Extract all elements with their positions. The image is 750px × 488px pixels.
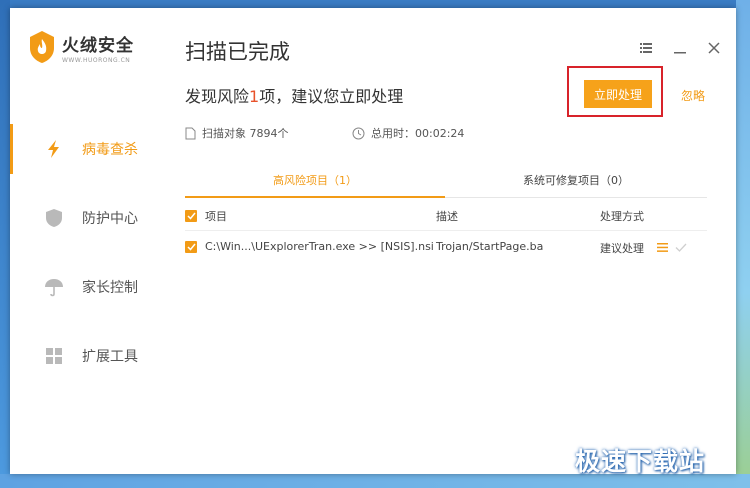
menu-button[interactable] — [636, 38, 656, 58]
site-watermark: 极速下载站 — [575, 447, 706, 476]
action-dropdown[interactable]: 建议处理 — [600, 240, 644, 256]
handle-now-button[interactable]: 立即处理 — [584, 80, 652, 108]
desktop-background-left — [0, 0, 10, 488]
app-logo: 火绒安全 WWW.HUORONG.CN — [28, 30, 134, 64]
total-time-text: 总用时：00:02:24 — [371, 127, 465, 140]
threat-path: C:\Win...\UExplorerTran.exe >> [NSIS].ns… — [205, 240, 434, 253]
column-header-description: 描述 — [436, 210, 458, 223]
shield-icon — [46, 209, 62, 227]
highlight-box: 立即处理 — [567, 66, 663, 117]
menu-lines-icon[interactable] — [657, 243, 668, 252]
lightning-icon — [48, 140, 59, 158]
table-row: C:\Win...\UExplorerTran.exe >> [NSIS].ns… — [185, 236, 707, 258]
checkmark-icon — [186, 243, 196, 251]
scan-objects-text: 扫描对象 7894个 — [202, 127, 289, 140]
menu-icon — [640, 43, 652, 53]
app-name: 火绒安全 — [62, 35, 134, 56]
page-title: 扫描已完成 — [185, 40, 290, 64]
sidebar-item-label: 扩展工具 — [82, 349, 138, 365]
ignore-link[interactable]: 忽略 — [681, 87, 705, 104]
window-controls — [636, 38, 724, 58]
close-icon — [708, 42, 720, 54]
app-window: 火绒安全 WWW.HUORONG.CN 病毒查杀 防护中心 家长控制 扩展工具 … — [10, 8, 736, 474]
grid-icon — [46, 348, 62, 364]
confirm-check-icon[interactable] — [675, 243, 687, 252]
sidebar-item-protection[interactable]: 防护中心 — [10, 193, 160, 243]
app-url: WWW.HUORONG.CN — [62, 56, 131, 64]
scan-objects-stat: 扫描对象 7894个 — [185, 125, 289, 141]
sidebar-item-label: 防护中心 — [82, 211, 138, 227]
scan-summary: 发现风险1项，建议您立即处理 — [185, 83, 403, 107]
table-divider — [185, 230, 707, 231]
summary-prefix: 发现风险 — [185, 87, 250, 106]
desktop-background-right — [736, 0, 750, 488]
umbrella-icon — [45, 279, 63, 297]
sidebar-item-extensions[interactable]: 扩展工具 — [10, 331, 160, 381]
sidebar-item-label: 病毒查杀 — [82, 142, 138, 158]
tab-high-risk[interactable]: 高风险项目（1） — [185, 170, 445, 198]
checkmark-icon — [186, 212, 196, 220]
column-header-item: 项目 — [205, 210, 227, 223]
clock-icon — [352, 127, 365, 139]
close-button[interactable] — [704, 38, 724, 58]
sidebar-item-virus-scan[interactable]: 病毒查杀 — [10, 124, 160, 174]
risk-count: 1 — [249, 87, 260, 106]
total-time-stat: 总用时：00:02:24 — [352, 125, 464, 141]
summary-suffix: 项，建议您立即处理 — [259, 87, 404, 106]
sidebar-item-label: 家长控制 — [82, 280, 138, 296]
minimize-icon — [674, 52, 686, 54]
threat-description: Trojan/StartPage.ba — [436, 240, 544, 253]
row-checkbox[interactable] — [185, 241, 197, 253]
sidebar-item-parental-control[interactable]: 家长控制 — [10, 262, 160, 312]
column-header-action: 处理方式 — [600, 210, 644, 223]
sidebar: 火绒安全 WWW.HUORONG.CN 病毒查杀 防护中心 家长控制 扩展工具 — [10, 8, 160, 474]
result-tabs: 高风险项目（1） 系统可修复项目（0） — [185, 170, 707, 198]
flame-logo-icon — [30, 31, 54, 63]
minimize-button[interactable] — [670, 38, 690, 58]
select-all-checkbox[interactable] — [185, 210, 197, 222]
table-header-item: 项目 — [185, 208, 227, 224]
tab-system-repairable[interactable]: 系统可修复项目（0） — [445, 170, 707, 198]
document-icon — [185, 127, 196, 139]
